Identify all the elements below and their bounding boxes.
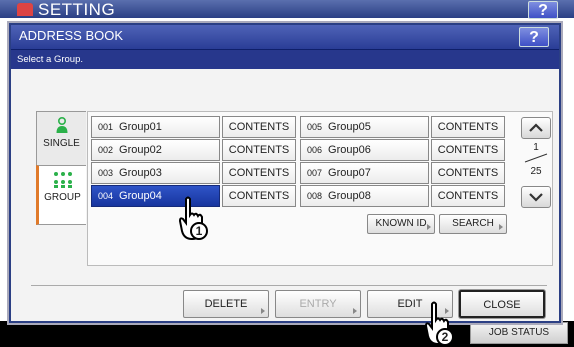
close-button[interactable]: CLOSE (459, 290, 545, 318)
group-name: Group02 (119, 144, 162, 156)
group-icon (53, 172, 72, 188)
contents-button[interactable]: CONTENTS (222, 139, 296, 161)
top-bar: SETTING (0, 0, 574, 19)
group-name: Group08 (328, 190, 371, 202)
contents-button[interactable]: CONTENTS (222, 185, 296, 207)
search-label: SEARCH (452, 218, 494, 229)
contents-button[interactable]: CONTENTS (222, 162, 296, 184)
callout-badge-2: 2 (436, 328, 454, 346)
group-name: Group03 (119, 167, 162, 179)
top-bar-title: SETTING (38, 0, 116, 19)
group-number: 004 (98, 191, 114, 201)
dialog-title-bar: ADDRESS BOOK (11, 25, 559, 49)
known-id-label: KNOWN ID (375, 218, 427, 229)
group-name: Group07 (328, 167, 371, 179)
group-name: Group04 (119, 190, 162, 202)
contents-button[interactable]: CONTENTS (222, 116, 296, 138)
corner-arrow-icon (427, 224, 431, 230)
group-number: 007 (307, 168, 323, 178)
tab-group-label: GROUP (44, 192, 81, 203)
group-row[interactable]: 001 Group01 (91, 116, 220, 138)
page-indicator: 1 25 (521, 142, 551, 177)
entry-label: ENTRY (299, 298, 337, 310)
contents-button[interactable]: CONTENTS (431, 116, 505, 138)
corner-arrow-icon (353, 308, 357, 314)
chevron-down-icon (529, 193, 543, 202)
contents-button[interactable]: CONTENTS (431, 139, 505, 161)
group-row[interactable]: 008 Group08 (300, 185, 429, 207)
group-number: 003 (98, 168, 114, 178)
group-number: 001 (98, 122, 114, 132)
group-name: Group01 (119, 121, 162, 133)
group-number: 005 (307, 122, 323, 132)
page-total: 25 (530, 166, 542, 177)
dialog-title: ADDRESS BOOK (19, 28, 124, 43)
top-help-button[interactable]: ? (528, 1, 558, 19)
group-name: Group06 (328, 144, 371, 156)
scroll-down-button[interactable] (521, 186, 551, 208)
delete-button[interactable]: DELETE (183, 290, 269, 318)
group-name: Group05 (328, 121, 371, 133)
group-row[interactable]: 002 Group02 (91, 139, 220, 161)
tab-single-label: SINGLE (43, 138, 80, 149)
group-row[interactable]: 005 Group05 (300, 116, 429, 138)
corner-arrow-icon (261, 308, 265, 314)
dialog-help-button[interactable]: ? (519, 27, 549, 47)
scroll-up-button[interactable] (521, 117, 551, 139)
tab-group[interactable]: GROUP (36, 165, 86, 225)
instruction-text: Select a Group. (11, 49, 559, 69)
group-number: 008 (307, 191, 323, 201)
group-row[interactable]: 006 Group06 (300, 139, 429, 161)
edit-label: EDIT (397, 298, 423, 310)
search-button[interactable]: SEARCH (439, 214, 507, 234)
address-book-dialog: ADDRESS BOOK ? Select a Group. SINGLE GR… (9, 23, 561, 323)
person-icon (56, 116, 67, 133)
callout-badge-1: 1 (190, 222, 208, 240)
group-number: 002 (98, 145, 114, 155)
delete-label: DELETE (204, 298, 248, 310)
contents-button[interactable]: CONTENTS (431, 162, 505, 184)
group-row[interactable]: 007 Group07 (300, 162, 429, 184)
entry-button[interactable]: ENTRY (275, 290, 361, 318)
group-row[interactable]: 003 Group03 (91, 162, 220, 184)
contents-button[interactable]: CONTENTS (431, 185, 505, 207)
job-status-button[interactable]: JOB STATUS (470, 322, 568, 344)
job-status-label: JOB STATUS (488, 327, 550, 338)
divider (31, 285, 547, 286)
group-number: 006 (307, 145, 323, 155)
chevron-up-icon (529, 123, 543, 132)
setting-logo-icon (17, 3, 33, 16)
tab-single[interactable]: SINGLE (36, 111, 86, 169)
known-id-button[interactable]: KNOWN ID (367, 214, 435, 234)
page-current: 1 (533, 142, 539, 153)
corner-arrow-icon (499, 224, 503, 230)
page-separator (524, 153, 548, 163)
close-label: CLOSE (483, 299, 521, 311)
